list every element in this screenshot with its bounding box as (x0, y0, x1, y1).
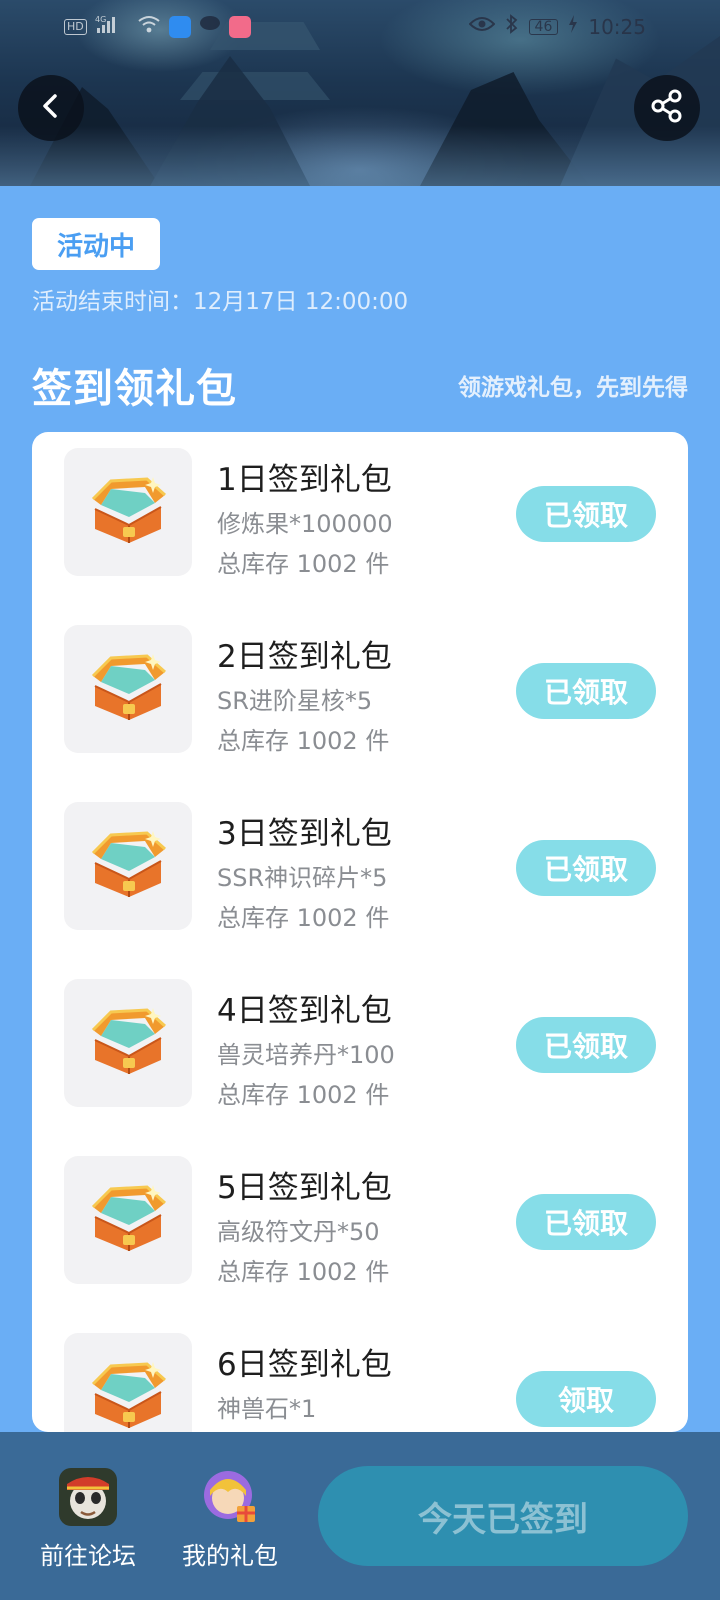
gift-row: 3日签到礼包 SSR神识碎片*5 总库存 1002 件 已领取 (32, 802, 688, 932)
gift-row: 1日签到礼包 修炼果*100000 总库存 1002 件 已领取 (32, 448, 688, 578)
app-notification-icon (228, 15, 251, 38)
activity-end-time: 活动结束时间：12月17日 12:00:00 (32, 282, 408, 316)
claimed-button[interactable]: 已领取 (516, 486, 656, 542)
forum-nav-button[interactable]: 前往论坛 (28, 1468, 148, 1571)
claimed-button[interactable]: 已领取 (516, 663, 656, 719)
chat-icon (199, 14, 221, 39)
section-subtitle: 领游戏礼包，先到先得 (458, 375, 688, 401)
gift-title: 3日签到礼包 (217, 816, 392, 852)
banner-mist (0, 126, 720, 186)
network-badge: HD (64, 18, 87, 35)
treasure-chest-icon (89, 475, 167, 549)
gift-stock: 总库存 1002 件 (217, 550, 390, 578)
gift-title: 5日签到礼包 (217, 1170, 392, 1206)
gift-thumbnail (64, 979, 192, 1107)
gift-list-card: 1日签到礼包 修炼果*100000 总库存 1002 件 已领取 2日签到礼包 … (32, 432, 688, 1432)
status-badge: 活动中 (32, 218, 160, 270)
signal-generation: 4G (95, 15, 106, 24)
gift-stock: 总库存 1002 件 (217, 904, 390, 932)
share-icon (649, 88, 685, 128)
gift-description: 神兽石*1 (217, 1395, 317, 1423)
signal-icon: 4G (95, 14, 129, 39)
gift-row: 6日签到礼包 神兽石*1 领取 (32, 1333, 688, 1432)
treasure-chest-icon (89, 1006, 167, 1080)
wifi-icon (137, 14, 161, 39)
gift-description: SR进阶星核*5 (217, 687, 373, 715)
my-gifts-nav-button[interactable]: 我的礼包 (170, 1468, 290, 1571)
gift-thumbnail (64, 448, 192, 576)
end-time-label: 活动结束时间： (32, 289, 193, 315)
battery-icon: 46 (528, 18, 559, 35)
charging-icon (568, 15, 578, 38)
back-button[interactable] (18, 75, 84, 141)
end-time-value: 12月17日 12:00:00 (193, 289, 409, 315)
weather-app-icon (168, 15, 191, 38)
treasure-chest-icon (89, 652, 167, 726)
eye-icon (468, 15, 495, 38)
claimed-button[interactable]: 已领取 (516, 1194, 656, 1250)
section-title: 签到领礼包 (32, 366, 237, 412)
gift-title: 4日签到礼包 (217, 993, 392, 1029)
share-button[interactable] (634, 75, 700, 141)
gift-row: 5日签到礼包 高级符文丹*50 总库存 1002 件 已领取 (32, 1156, 688, 1286)
gift-character-icon (201, 1468, 259, 1526)
forum-label: 前往论坛 (40, 1542, 136, 1570)
gift-stock: 总库存 1002 件 (217, 1258, 390, 1286)
treasure-chest-icon (89, 1183, 167, 1257)
gift-row: 2日签到礼包 SR进阶星核*5 总库存 1002 件 已领取 (32, 625, 688, 755)
treasure-chest-icon (89, 829, 167, 903)
game-avatar-icon (59, 1468, 117, 1526)
status-time: 10:25 (588, 14, 646, 39)
gift-title: 1日签到礼包 (217, 462, 392, 498)
status-bar: HD 4G 46 10:25 (0, 12, 720, 42)
my-gifts-label: 我的礼包 (182, 1542, 278, 1570)
gift-description: SSR神识碎片*5 (217, 864, 388, 892)
chevron-left-icon (36, 91, 66, 125)
claim-button[interactable]: 领取 (516, 1371, 656, 1427)
gift-thumbnail (64, 802, 192, 930)
gift-description: 兽灵培养丹*100 (217, 1041, 395, 1069)
gift-stock: 总库存 1002 件 (217, 727, 390, 755)
claimed-button[interactable]: 已领取 (516, 1017, 656, 1073)
bluetooth-icon (505, 14, 519, 39)
gift-title: 2日签到礼包 (217, 639, 392, 675)
gift-description: 修炼果*100000 (217, 510, 393, 538)
treasure-chest-icon (89, 1360, 167, 1432)
claimed-button[interactable]: 已领取 (516, 840, 656, 896)
gift-stock: 总库存 1002 件 (217, 1081, 390, 1109)
gift-row: 4日签到礼包 兽灵培养丹*100 总库存 1002 件 已领取 (32, 979, 688, 1109)
gift-thumbnail (64, 1333, 192, 1432)
signed-in-today-button[interactable]: 今天已签到 (318, 1466, 688, 1566)
gift-thumbnail (64, 625, 192, 753)
gift-thumbnail (64, 1156, 192, 1284)
gift-description: 高级符文丹*50 (217, 1218, 380, 1246)
bottom-bar: 前往论坛 我的礼包 今天已签到 (0, 1432, 720, 1600)
gift-title: 6日签到礼包 (217, 1347, 392, 1383)
